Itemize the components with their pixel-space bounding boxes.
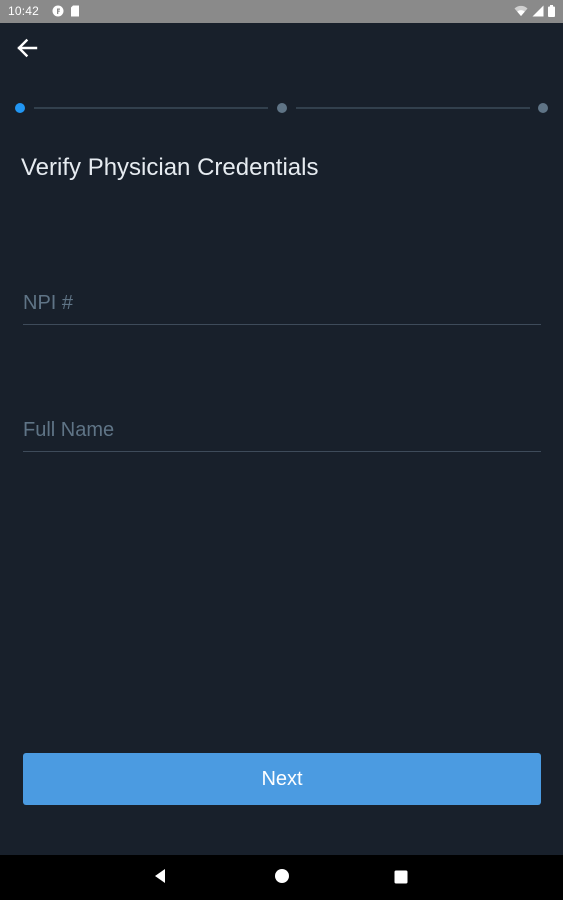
status-left-icons xyxy=(52,5,80,20)
nav-back-icon xyxy=(153,868,167,888)
full-name-field[interactable] xyxy=(23,409,541,452)
nav-home-icon xyxy=(274,868,290,888)
nav-back-button[interactable] xyxy=(148,867,172,889)
status-bar: 10:42 xyxy=(0,0,563,23)
next-button[interactable]: Next xyxy=(23,753,541,805)
signal-icon xyxy=(532,5,544,20)
sd-card-icon xyxy=(70,5,80,20)
page-title: Verify Physician Credentials xyxy=(21,154,319,181)
status-time: 10:42 xyxy=(8,4,40,18)
nav-recents-button[interactable] xyxy=(389,867,413,889)
status-right-icons xyxy=(514,5,555,20)
stepper-dot-3 xyxy=(538,103,548,113)
nav-home-button[interactable] xyxy=(270,867,294,889)
nav-recents-icon xyxy=(394,869,408,888)
back-button[interactable] xyxy=(12,36,42,64)
npi-field[interactable] xyxy=(23,282,541,325)
stepper-dot-2 xyxy=(277,103,287,113)
system-nav-bar xyxy=(0,855,563,900)
notification-f-icon xyxy=(52,5,64,20)
wifi-icon xyxy=(514,5,528,20)
arrow-left-icon xyxy=(16,38,38,62)
battery-icon xyxy=(548,5,555,20)
stepper-dot-1 xyxy=(15,103,25,113)
progress-stepper xyxy=(0,98,563,118)
full-name-input[interactable] xyxy=(23,409,541,451)
npi-input[interactable] xyxy=(23,282,541,324)
